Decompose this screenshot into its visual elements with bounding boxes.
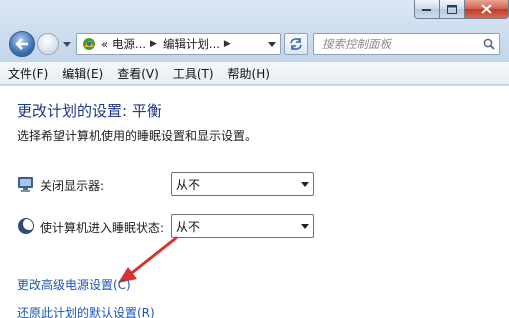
restore-defaults-link[interactable]: 还原此计划的默认设置(R): [17, 304, 155, 318]
search-icon[interactable]: [479, 34, 499, 54]
monitor-icon: [18, 177, 33, 192]
moon-icon: [18, 218, 35, 234]
crumb-separator-icon[interactable]: ▶: [150, 39, 157, 49]
menu-edit[interactable]: 编辑(E): [57, 65, 108, 82]
menu-bar: 文件(F) 编辑(E) 查看(V) 工具(T) 帮助(H): [0, 62, 509, 85]
page-subtitle: 选择希望计算机使用的睡眠设置和显示设置。: [17, 129, 258, 143]
display-off-label: 关闭显示器:: [40, 179, 105, 193]
chevron-down-icon: [268, 41, 276, 47]
address-crumb-overflow[interactable]: «: [101, 37, 108, 51]
chevron-down-icon: [63, 41, 71, 47]
address-dropdown[interactable]: [264, 34, 280, 54]
maximize-button[interactable]: [440, 0, 465, 19]
window-chrome: « 电源... ▶ 编辑计划... ▶ 搜索控制面板: [0, 0, 509, 62]
back-button[interactable]: [9, 31, 35, 57]
maximize-icon: [447, 4, 457, 14]
page-title: 更改计划的设置: 平衡: [17, 102, 162, 120]
display-off-select[interactable]: 从不: [171, 172, 314, 196]
forward-button[interactable]: [37, 33, 59, 55]
control-panel-icon: [83, 38, 95, 50]
close-icon: [481, 4, 492, 14]
refresh-icon: [290, 38, 302, 50]
menu-view[interactable]: 查看(V): [112, 65, 164, 82]
history-dropdown[interactable]: [62, 38, 72, 50]
window-controls: [414, 0, 509, 20]
refresh-button[interactable]: [284, 33, 308, 55]
address-crumb-edit-plan[interactable]: 编辑计划...: [163, 36, 220, 52]
minimize-button[interactable]: [414, 0, 440, 19]
menu-file[interactable]: 文件(F): [3, 65, 53, 82]
address-crumb-power[interactable]: 电源...: [112, 36, 146, 52]
content-pane: 更改计划的设置: 平衡 选择希望计算机使用的睡眠设置和显示设置。 关闭显示器: …: [0, 86, 509, 318]
chevron-down-icon: [296, 215, 313, 237]
address-bar[interactable]: « 电源... ▶ 编辑计划... ▶: [76, 33, 281, 55]
arrow-left-icon: [15, 38, 28, 50]
sleep-value: 从不: [176, 219, 201, 234]
search-box[interactable]: 搜索控制面板: [313, 33, 500, 55]
minimize-icon: [422, 9, 431, 11]
advanced-power-settings-link[interactable]: 更改高级电源设置(C): [17, 276, 131, 293]
menu-tools[interactable]: 工具(T): [168, 65, 219, 82]
close-button[interactable]: [465, 0, 509, 19]
display-off-value: 从不: [176, 177, 201, 192]
menu-help[interactable]: 帮助(H): [223, 65, 275, 82]
chevron-down-icon: [296, 173, 313, 195]
search-input[interactable]: 搜索控制面板: [314, 36, 479, 52]
sleep-select[interactable]: 从不: [171, 214, 314, 238]
crumb-separator-icon[interactable]: ▶: [224, 39, 231, 49]
